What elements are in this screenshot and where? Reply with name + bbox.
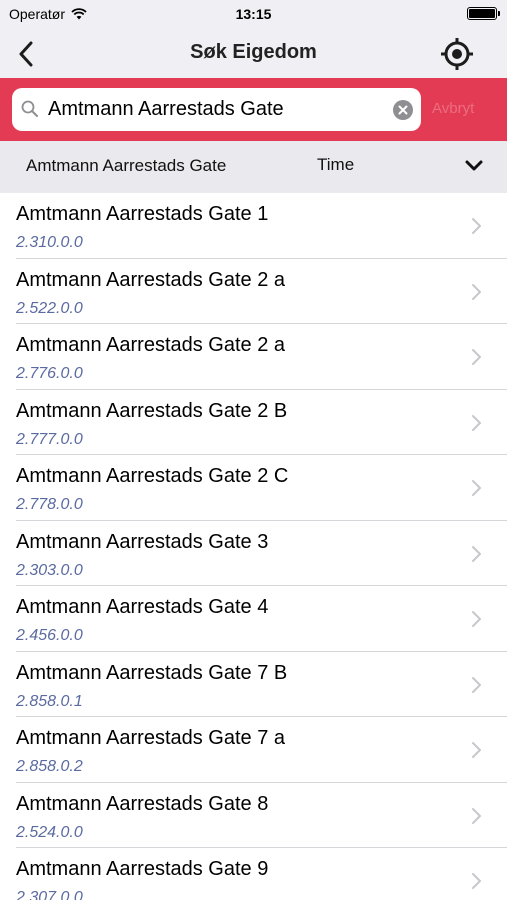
list-item[interactable]: Amtmann Aarrestads Gate 3 2.303.0.0	[0, 521, 507, 586]
chevron-right-icon	[472, 283, 481, 300]
list-item[interactable]: Amtmann Aarrestads Gate 9 2.307.0.0	[0, 848, 507, 900]
chevron-right-icon	[472, 873, 481, 889]
address-label: Amtmann Aarrestads Gate 2 a	[16, 268, 286, 291]
search-field[interactable]	[12, 88, 421, 131]
search-bar: Avbryt	[0, 78, 507, 141]
property-id: 2.776.0.0	[16, 365, 83, 382]
property-id: 2.310.0.0	[16, 234, 83, 251]
chevron-right-icon	[472, 807, 481, 824]
address-label: Amtmann Aarrestads Gate 3	[16, 530, 269, 553]
search-input[interactable]	[48, 88, 388, 131]
cancel-button[interactable]: Avbryt	[432, 100, 474, 117]
list-item[interactable]: Amtmann Aarrestads Gate 2 a 2.776.0.0	[0, 324, 507, 390]
address-label: Amtmann Aarrestads Gate 2 B	[16, 399, 288, 422]
chevron-right-icon	[472, 349, 481, 365]
filter-bar: Amtmann Aarrestads Gate Time	[0, 141, 507, 193]
results-list: Amtmann Aarrestads Gate 1 2.310.0.0 Amtman…	[0, 193, 507, 900]
property-id: 2.778.0.0	[16, 496, 83, 513]
property-id: 2.524.0.0	[16, 823, 83, 841]
chevron-right-icon	[472, 676, 481, 693]
address-label: Amtmann Aarrestads Gate 9	[16, 858, 269, 880]
address-label: Amtmann Aarrestads Gate 8	[16, 792, 269, 815]
property-id: 2.858.0.1	[16, 692, 83, 710]
chevron-right-icon	[472, 414, 481, 431]
page-title: Søk Eigedom	[190, 41, 317, 63]
chevron-right-icon	[472, 611, 481, 627]
clear-icon[interactable]	[393, 100, 413, 120]
address-label: Amtmann Aarrestads Gate 7 B	[16, 661, 288, 684]
crosshair-icon	[441, 38, 473, 70]
status-time: 13:15	[235, 6, 272, 22]
property-id: 2.456.0.0	[16, 627, 83, 644]
list-item[interactable]: Amtmann Aarrestads Gate 8 2.524.0.0	[0, 783, 507, 848]
property-id: 2.777.0.0	[16, 430, 83, 448]
sort-selector[interactable]: Time	[317, 155, 354, 175]
search-icon	[21, 100, 38, 117]
chevron-right-icon	[472, 480, 481, 496]
chevron-right-icon	[472, 742, 481, 758]
list-item[interactable]: Amtmann Aarrestads Gate 1 2.310.0.0	[0, 193, 507, 259]
address-label: Amtmann Aarrestads Gate 1	[16, 203, 269, 225]
list-item[interactable]: Amtmann Aarrestads Gate 2 C 2.778.0.0	[0, 455, 507, 521]
address-label: Amtmann Aarrestads Gate 2 C	[16, 465, 289, 487]
property-id: 2.858.0.2	[16, 758, 83, 775]
address-label: Amtmann Aarrestads Gate 2 a	[16, 334, 286, 356]
chevron-right-icon	[472, 218, 481, 234]
list-item[interactable]: Amtmann Aarrestads Gate 7 B 2.858.0.1	[0, 652, 507, 717]
list-item[interactable]: Amtmann Aarrestads Gate 4 2.456.0.0	[0, 586, 507, 652]
nav-bar: Søk Eigedom	[0, 30, 507, 78]
property-id: 2.307.0.0	[16, 889, 83, 900]
address-label: Amtmann Aarrestads Gate 7 a	[16, 727, 286, 749]
locate-button[interactable]	[437, 34, 477, 74]
list-item[interactable]: Amtmann Aarrestads Gate 2 B 2.777.0.0	[0, 390, 507, 455]
property-id: 2.522.0.0	[16, 299, 83, 317]
list-item[interactable]: Amtmann Aarrestads Gate 7 a 2.858.0.2	[0, 717, 507, 783]
status-bar: Operatør 13:15	[0, 0, 507, 30]
battery-icon	[467, 7, 500, 20]
chevron-right-icon	[472, 545, 481, 562]
property-id: 2.303.0.0	[16, 561, 83, 579]
list-item[interactable]: Amtmann Aarrestads Gate 2 a 2.522.0.0	[0, 259, 507, 324]
chevron-down-icon[interactable]	[462, 156, 486, 176]
address-label: Amtmann Aarrestads Gate 4	[16, 596, 269, 618]
filter-street-label: Amtmann Aarrestads Gate	[26, 156, 227, 175]
